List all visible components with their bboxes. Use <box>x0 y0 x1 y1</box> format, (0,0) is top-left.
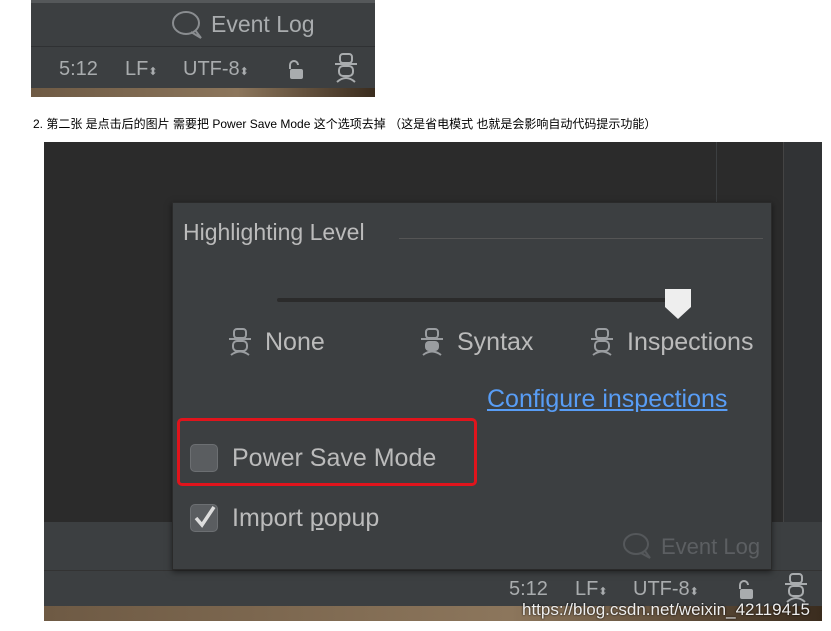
encoding-selector[interactable]: UTF-8⬍ <box>633 578 699 601</box>
unlock-icon[interactable] <box>287 60 305 80</box>
encoding-value: UTF-8 <box>633 578 690 600</box>
speech-bubble-icon <box>623 533 651 559</box>
line-separator-value: LF <box>575 578 599 600</box>
line-separator-value: LF <box>125 58 149 80</box>
line-separator-selector[interactable]: LF⬍ <box>125 58 158 81</box>
import-popup-label[interactable]: Import popup <box>232 504 379 533</box>
power-save-mode-label[interactable]: Power Save Mode <box>232 444 436 473</box>
speech-bubble-icon <box>172 11 202 39</box>
updown-arrows-icon: ⬍ <box>239 66 249 78</box>
import-popup-checkbox[interactable] <box>190 504 218 532</box>
highlighting-popup-screenshot: 5:12 LF⬍ UTF-8⬍ https://blog.csdn.net/we… <box>44 142 822 621</box>
event-log-label[interactable]: Event Log <box>211 11 315 38</box>
updown-arrows-icon: ⬍ <box>148 66 158 78</box>
slider-thumb[interactable] <box>663 287 693 321</box>
encoding-value: UTF-8 <box>183 58 240 80</box>
hector-inspector-icon[interactable] <box>333 52 359 84</box>
label-part: opup <box>323 504 380 532</box>
divider <box>31 0 375 3</box>
checkmark-icon <box>194 506 216 528</box>
hector-none-icon[interactable] <box>228 327 252 357</box>
caret-position[interactable]: 5:12 <box>509 578 548 601</box>
side-panel <box>783 142 822 522</box>
event-log-label-faded[interactable]: Event Log <box>661 534 760 560</box>
updown-arrows-icon: ⬍ <box>598 586 608 598</box>
label-part: Import <box>232 504 310 532</box>
level-none[interactable]: None <box>265 328 325 357</box>
popup-title: Highlighting Level <box>183 219 365 245</box>
level-inspections[interactable]: Inspections <box>627 328 753 357</box>
background-strip <box>31 88 375 97</box>
divider <box>399 238 763 239</box>
watermark: https://blog.csdn.net/weixin_42119415 <box>522 600 810 619</box>
caret-position[interactable]: 5:12 <box>59 58 98 81</box>
power-save-mode-checkbox[interactable] <box>190 444 218 472</box>
status-bar-screenshot-before: Event Log 5:12 LF⬍ UTF-8⬍ <box>31 0 375 97</box>
configure-inspections-link[interactable]: Configure inspections <box>487 385 727 414</box>
caption-text: 2. 第二张 是点击后的图片 需要把 Power Save Mode 这个选项去… <box>33 117 657 131</box>
unlock-icon[interactable] <box>737 580 755 600</box>
hector-inspections-icon[interactable] <box>590 327 614 357</box>
level-syntax[interactable]: Syntax <box>457 328 533 357</box>
divider <box>31 46 375 47</box>
mnemonic-letter: p <box>309 504 324 532</box>
updown-arrows-icon: ⬍ <box>689 586 699 598</box>
line-separator-selector[interactable]: LF⬍ <box>575 578 608 601</box>
encoding-selector[interactable]: UTF-8⬍ <box>183 58 249 81</box>
highlight-level-slider[interactable] <box>277 298 691 302</box>
hector-syntax-icon[interactable] <box>420 327 444 357</box>
highlighting-level-popup: Highlighting Level None Syntax Inspectio… <box>172 202 772 570</box>
